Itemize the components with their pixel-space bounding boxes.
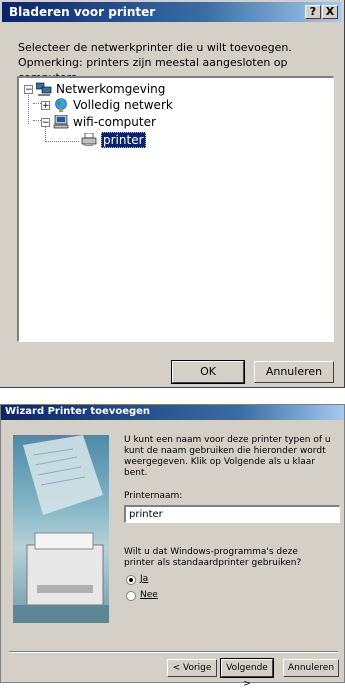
add-printer-wizard: Wizard Printer toevoegen U kunt een naam… — [0, 404, 345, 689]
dialog-title: Bladeren voor printer — [9, 5, 156, 19]
help-button[interactable]: ? — [305, 5, 321, 19]
tree-item-printer[interactable]: printer — [81, 132, 146, 148]
printer-name-label: Printernaam: — [124, 491, 182, 501]
wizard-title: Wizard Printer toevoegen — [5, 406, 151, 417]
title-bar[interactable]: Wizard Printer toevoegen — [1, 405, 344, 420]
tree-item-wifi-computer[interactable]: − wifi-computer — [41, 114, 156, 130]
ok-button[interactable]: OK — [171, 360, 245, 384]
tree-item-network-neighborhood[interactable]: − Netwerkomgeving — [24, 81, 165, 97]
radio-no[interactable] — [126, 591, 136, 601]
default-printer-question: Wilt u dat Windows-programma's deze prin… — [124, 547, 302, 568]
next-button[interactable]: Volgende > — [220, 658, 274, 689]
wizard-illustration — [13, 435, 109, 623]
wizard-cancel-button[interactable]: Annuleren — [283, 659, 339, 677]
collapse-icon[interactable]: − — [24, 84, 33, 94]
printer-name-input[interactable]: printer — [124, 505, 340, 523]
cancel-button[interactable]: Annuleren — [254, 361, 334, 383]
back-button[interactable]: < Vorige — [167, 659, 217, 677]
radio-no-label[interactable]: Nee — [140, 590, 158, 600]
tree-item-label: printer — [101, 132, 146, 148]
printer-name-label-text: Printernaam: — [124, 491, 183, 501]
tree-item-label: Volledig netwerk — [73, 98, 173, 112]
computer-icon — [53, 114, 69, 129]
instruction-line-1: Selecteer de netwerkprinter die u wilt t… — [18, 41, 292, 54]
radio-yes-label[interactable]: Ja — [140, 574, 148, 584]
collapse-icon[interactable]: − — [41, 117, 50, 127]
title-bar[interactable]: Bladeren voor printer ? X — [2, 2, 341, 22]
tree-item-entire-network[interactable]: + Volledig netwerk — [41, 97, 173, 113]
printer-icon — [81, 132, 97, 147]
globe-icon — [53, 98, 69, 112]
network-neighborhood-icon — [35, 82, 52, 96]
wizard-intro-text: U kunt een naam voor deze printer typen … — [124, 435, 331, 478]
divider — [9, 651, 338, 653]
network-tree-view[interactable]: − Netwerkomgeving + Volledig netwerk − w… — [17, 76, 334, 342]
tree-item-label: Netwerkomgeving — [56, 82, 166, 96]
browse-printer-dialog: Bladeren voor printer ? X Selecteer de n… — [0, 0, 345, 388]
expand-icon[interactable]: + — [41, 100, 50, 110]
radio-yes[interactable] — [126, 575, 136, 585]
tree-item-label: wifi-computer — [73, 115, 156, 129]
close-button[interactable]: X — [322, 5, 338, 19]
